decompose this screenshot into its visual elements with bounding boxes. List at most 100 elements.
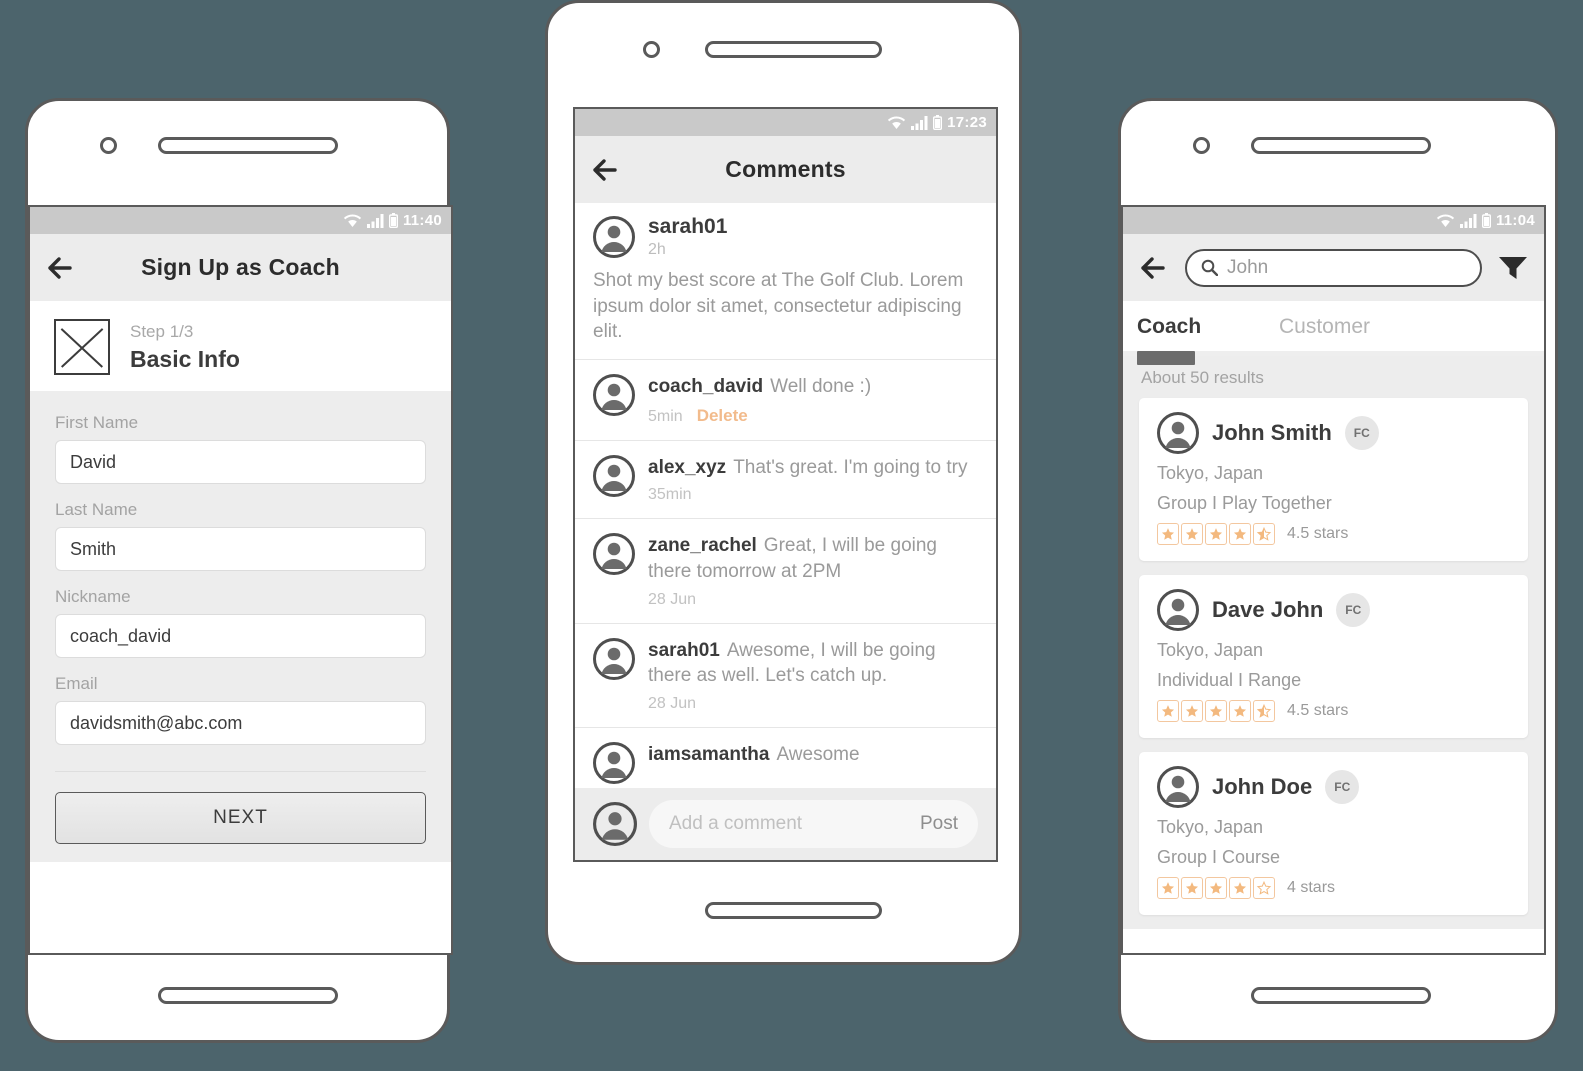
result-card[interactable]: John Smith FC Tokyo, Japan Group I Play … xyxy=(1139,398,1528,561)
star-cell xyxy=(1157,700,1179,722)
speaker-grille xyxy=(158,137,338,154)
last-name-input[interactable]: Smith xyxy=(55,527,426,571)
comment-username[interactable]: alex_xyz xyxy=(648,457,726,478)
avatar xyxy=(1157,766,1199,808)
status-bar: 17:23 xyxy=(575,109,996,136)
coach-detail: Group I Play Together xyxy=(1157,493,1332,513)
comment-row[interactable]: coach_david Well done :) 5min Delete xyxy=(575,359,996,440)
star-full-icon xyxy=(1233,705,1247,717)
speaker-grille xyxy=(705,41,882,58)
appbar-search: John xyxy=(1123,234,1544,301)
coach-name: John Smith xyxy=(1212,420,1332,445)
avatar xyxy=(1157,589,1199,631)
star-cell xyxy=(1253,523,1275,545)
field-label: Last Name xyxy=(55,500,138,519)
email-input[interactable]: davidsmith@abc.com xyxy=(55,701,426,745)
comment-time: 35min xyxy=(648,486,692,504)
post-block: sarah01 2h Shot my best score at The Gol… xyxy=(575,203,996,360)
home-button[interactable] xyxy=(705,902,882,919)
comment-row[interactable]: sarah01 Awesome, I will be going there as… xyxy=(575,622,996,727)
star-cell xyxy=(1157,877,1179,899)
avatar xyxy=(593,533,635,608)
tab-coach[interactable]: Coach xyxy=(1137,301,1279,351)
battery-icon xyxy=(933,115,943,130)
phone-frame-signup: 11:40 Sign Up as Coach Step 1/3 Basic In… xyxy=(25,98,453,1043)
signal-icon xyxy=(1459,213,1477,228)
star-full-icon xyxy=(1233,528,1247,540)
card-header: John Doe FC xyxy=(1157,766,1510,808)
avatar xyxy=(1157,412,1199,454)
field-last-name: Last Name Smith xyxy=(55,500,426,571)
screen-search: 11:04 John Coach Customer About 50 resul… xyxy=(1121,205,1546,955)
coach-location: Tokyo, Japan xyxy=(1157,817,1264,837)
battery-icon xyxy=(1481,213,1491,228)
first-name-input[interactable]: David xyxy=(55,440,426,484)
appbar-comments: Comments xyxy=(575,136,996,203)
comment-input[interactable]: Add a comment Post xyxy=(649,800,978,848)
comment-username[interactable]: zane_rachel xyxy=(648,535,757,556)
home-button[interactable] xyxy=(158,987,338,1004)
star-rating xyxy=(1157,700,1275,722)
star-cell xyxy=(1205,877,1227,899)
star-full-icon xyxy=(1185,705,1199,717)
status-time: 17:23 xyxy=(947,114,987,131)
comment-row[interactable]: alex_xyz That's great. I'm going to try 3… xyxy=(575,439,996,519)
tab-customer[interactable]: Customer xyxy=(1279,301,1421,351)
field-email: Email davidsmith@abc.com xyxy=(55,674,426,745)
back-arrow-icon[interactable] xyxy=(46,256,76,280)
status-bar: 11:40 xyxy=(30,207,451,234)
star-cell xyxy=(1229,877,1251,899)
next-button[interactable]: NEXT xyxy=(55,792,426,844)
card-header: Dave John FC xyxy=(1157,589,1510,631)
comment-username[interactable]: iamsamantha xyxy=(648,744,769,765)
star-cell xyxy=(1205,523,1227,545)
post-username[interactable]: sarah01 xyxy=(648,215,727,239)
page-title: Sign Up as Coach xyxy=(141,254,340,280)
post-body: Shot my best score at The Golf Club. Lor… xyxy=(593,270,964,343)
wifi-icon xyxy=(343,214,362,227)
comment-row[interactable]: zane_rachel Great, I will be going there … xyxy=(575,518,996,623)
post-header: sarah01 2h xyxy=(593,215,978,259)
avatar xyxy=(593,454,635,505)
comment-body: That's great. I'm going to try xyxy=(733,456,968,478)
comment-body: Well done :) xyxy=(770,376,872,398)
back-arrow-icon[interactable] xyxy=(591,158,621,182)
star-half-icon xyxy=(1256,703,1272,718)
results-count: About 50 results xyxy=(1141,368,1264,387)
result-card[interactable]: John Doe FC Tokyo, Japan Group I Course … xyxy=(1139,752,1528,915)
post-button[interactable]: Post xyxy=(920,813,958,835)
home-button[interactable] xyxy=(1251,987,1431,1004)
comment-time: 5min xyxy=(648,407,683,425)
avatar xyxy=(593,802,637,846)
avatar xyxy=(593,637,635,713)
field-first-name: First Name David xyxy=(55,413,426,484)
field-label: Email xyxy=(55,674,98,693)
search-input[interactable]: John xyxy=(1185,248,1482,287)
phone-frame-comments: 17:23 Comments sarah01 2h Shot my best s… xyxy=(545,0,1022,965)
divider xyxy=(55,771,426,772)
nickname-input[interactable]: coach_david xyxy=(55,614,426,658)
status-badge: FC xyxy=(1344,416,1379,450)
comment-input-placeholder: Add a comment xyxy=(669,813,803,834)
rating-row: 4.5 stars xyxy=(1157,523,1510,545)
star-cell xyxy=(1253,700,1275,722)
star-full-icon xyxy=(1161,882,1175,894)
comment-username[interactable]: sarah01 xyxy=(648,640,720,661)
back-arrow-icon[interactable] xyxy=(1139,256,1169,280)
coach-location: Tokyo, Japan xyxy=(1157,640,1264,660)
delete-link[interactable]: Delete xyxy=(697,406,748,426)
filter-icon[interactable] xyxy=(1498,255,1528,281)
step-counter: Step 1/3 xyxy=(130,321,194,341)
status-bar: 11:04 xyxy=(1123,207,1544,234)
avatar xyxy=(593,741,635,784)
rating-row: 4 stars xyxy=(1157,877,1510,899)
phone-frame-search: 11:04 John Coach Customer About 50 resul… xyxy=(1118,98,1558,1043)
compose-bar: Add a comment Post xyxy=(575,788,996,860)
wifi-icon xyxy=(888,116,906,129)
star-cell xyxy=(1229,523,1251,545)
result-card[interactable]: Dave John FC Tokyo, Japan Individual I R… xyxy=(1139,575,1528,738)
coach-detail: Group I Course xyxy=(1157,847,1281,867)
comment-username[interactable]: coach_david xyxy=(648,376,763,397)
field-nickname: Nickname coach_david xyxy=(55,587,426,658)
step-header: Step 1/3 Basic Info xyxy=(30,301,451,391)
